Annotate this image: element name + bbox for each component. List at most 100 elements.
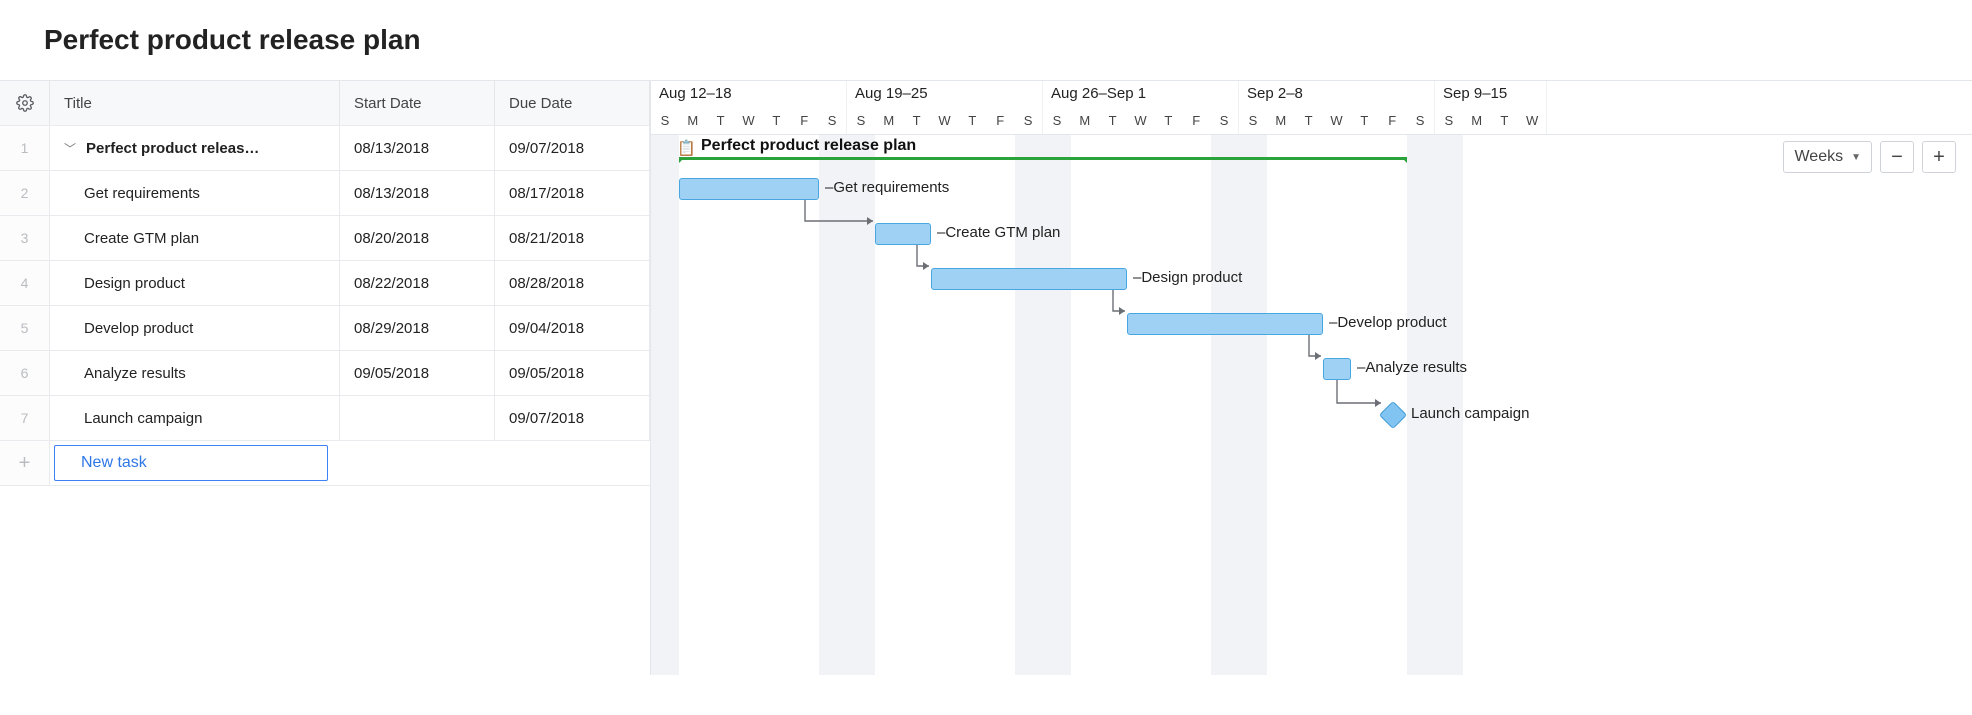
project-icon: 📋 — [677, 139, 696, 157]
week-label: Aug 12–18 — [651, 81, 846, 107]
due-date-cell[interactable]: 09/04/2018 — [495, 306, 650, 350]
day-label: T — [1350, 107, 1378, 135]
task-title-cell[interactable]: Design product — [50, 261, 340, 305]
task-title-cell[interactable]: Get requirements — [50, 171, 340, 215]
day-label: S — [847, 107, 875, 135]
day-label: T — [958, 107, 986, 135]
week-label: Sep 2–8 — [1239, 81, 1434, 107]
day-label: F — [1378, 107, 1406, 135]
row-number: 3 — [0, 216, 50, 260]
project-summary-label: Perfect product release plan — [701, 137, 916, 155]
zoom-out-button[interactable]: − — [1880, 141, 1914, 173]
row-number: 7 — [0, 396, 50, 440]
task-title: Analyze results — [84, 365, 186, 382]
day-label: T — [762, 107, 790, 135]
row-number: 5 — [0, 306, 50, 350]
day-label: M — [875, 107, 903, 135]
due-date-cell[interactable]: 09/07/2018 — [495, 396, 650, 440]
gantt-bar-gtm[interactable] — [875, 223, 931, 245]
week-group: Sep 9–15SMTW — [1435, 81, 1547, 134]
task-row[interactable]: 3 Create GTM plan 08/20/2018 08/21/2018 — [0, 216, 650, 261]
day-label: W — [931, 107, 959, 135]
week-group: Aug 19–25SMTWTFS — [847, 81, 1043, 134]
task-title: Get requirements — [84, 185, 200, 202]
task-title-cell[interactable]: Develop product — [50, 306, 340, 350]
day-label: S — [1210, 107, 1238, 135]
due-date-cell[interactable]: 08/28/2018 — [495, 261, 650, 305]
task-title: Perfect product releas… — [86, 140, 259, 157]
week-label: Aug 19–25 — [847, 81, 1042, 107]
day-label: W — [735, 107, 763, 135]
day-label: W — [1127, 107, 1155, 135]
gantt-bar-label: –Design product — [1133, 269, 1242, 286]
gantt-milestone-launch[interactable] — [1379, 401, 1407, 429]
task-table: Title Start Date Due Date 1 ﹀ Perfect pr… — [0, 80, 650, 675]
project-summary-bar[interactable] — [679, 157, 1407, 160]
start-date-cell[interactable]: 08/13/2018 — [340, 171, 495, 215]
gantt-bar-design[interactable] — [931, 268, 1127, 290]
weekend-stripe — [1015, 135, 1043, 675]
start-date-cell[interactable]: 08/20/2018 — [340, 216, 495, 260]
task-title-cell[interactable]: Analyze results — [50, 351, 340, 395]
task-row[interactable]: 4 Design product 08/22/2018 08/28/2018 — [0, 261, 650, 306]
gantt-bar-label: –Create GTM plan — [937, 224, 1060, 241]
gantt-bar-develop[interactable] — [1127, 313, 1323, 335]
day-label: S — [818, 107, 846, 135]
table-header-row: Title Start Date Due Date — [0, 81, 650, 126]
task-row[interactable]: 6 Analyze results 09/05/2018 09/05/2018 — [0, 351, 650, 396]
col-header-start[interactable]: Start Date — [340, 81, 495, 125]
task-title: Develop product — [84, 320, 193, 337]
chevron-down-icon[interactable]: ﹀ — [64, 140, 76, 157]
task-row-parent[interactable]: 1 ﹀ Perfect product releas… 08/13/2018 0… — [0, 126, 650, 171]
task-title-cell[interactable]: Create GTM plan — [50, 216, 340, 260]
new-task-input[interactable]: New task — [54, 445, 328, 481]
day-label: F — [986, 107, 1014, 135]
day-label: T — [1099, 107, 1127, 135]
task-row[interactable]: 7 Launch campaign 09/07/2018 — [0, 396, 650, 441]
day-label: M — [679, 107, 707, 135]
day-label: S — [651, 107, 679, 135]
row-number: 6 — [0, 351, 50, 395]
caret-down-icon: ▼ — [1851, 152, 1861, 163]
col-header-due[interactable]: Due Date — [495, 81, 650, 125]
start-date-cell[interactable]: 08/13/2018 — [340, 126, 495, 170]
task-row[interactable]: 2 Get requirements 08/13/2018 08/17/2018 — [0, 171, 650, 216]
start-date-cell[interactable]: 09/05/2018 — [340, 351, 495, 395]
weekend-stripe — [1211, 135, 1239, 675]
due-date-cell[interactable]: 09/07/2018 — [495, 126, 650, 170]
task-row[interactable]: 5 Develop product 08/29/2018 09/04/2018 — [0, 306, 650, 351]
week-group: Aug 26–Sep 1SMTWTFS — [1043, 81, 1239, 134]
col-header-title[interactable]: Title — [50, 81, 340, 125]
due-date-cell[interactable]: 08/17/2018 — [495, 171, 650, 215]
week-label: Aug 26–Sep 1 — [1043, 81, 1238, 107]
gantt-chart[interactable]: Aug 12–18SMTWTFSAug 19–25SMTWTFSAug 26–S… — [650, 80, 1972, 675]
gantt-bar-analyze[interactable] — [1323, 358, 1351, 380]
weekend-stripe — [819, 135, 847, 675]
day-label: S — [1239, 107, 1267, 135]
start-date-cell[interactable]: 08/29/2018 — [340, 306, 495, 350]
day-label: S — [1043, 107, 1071, 135]
zoom-level-select[interactable]: Weeks ▼ — [1783, 141, 1872, 173]
new-task-row: + New task — [0, 441, 650, 486]
gantt-body[interactable]: 📋 Perfect product release plan –Get requir… — [651, 135, 1972, 675]
gantt-bar-req[interactable] — [679, 178, 819, 200]
day-label: T — [903, 107, 931, 135]
due-date-cell[interactable]: 08/21/2018 — [495, 216, 650, 260]
table-settings-button[interactable] — [0, 81, 50, 125]
row-number: 4 — [0, 261, 50, 305]
weekend-stripe — [651, 135, 679, 675]
start-date-cell[interactable] — [340, 396, 495, 440]
task-title-cell[interactable]: ﹀ Perfect product releas… — [50, 126, 340, 170]
week-group: Aug 12–18SMTWTFS — [651, 81, 847, 134]
row-number: 2 — [0, 171, 50, 215]
zoom-in-button[interactable]: + — [1922, 141, 1956, 173]
gantt-bar-label: –Get requirements — [825, 179, 949, 196]
start-date-cell[interactable]: 08/22/2018 — [340, 261, 495, 305]
page-title: Perfect product release plan — [0, 0, 1972, 80]
new-task-placeholder: New task — [81, 454, 147, 472]
day-label: M — [1463, 107, 1491, 135]
add-row-button[interactable]: + — [0, 441, 50, 485]
day-label: T — [1491, 107, 1519, 135]
due-date-cell[interactable]: 09/05/2018 — [495, 351, 650, 395]
task-title-cell[interactable]: Launch campaign — [50, 396, 340, 440]
